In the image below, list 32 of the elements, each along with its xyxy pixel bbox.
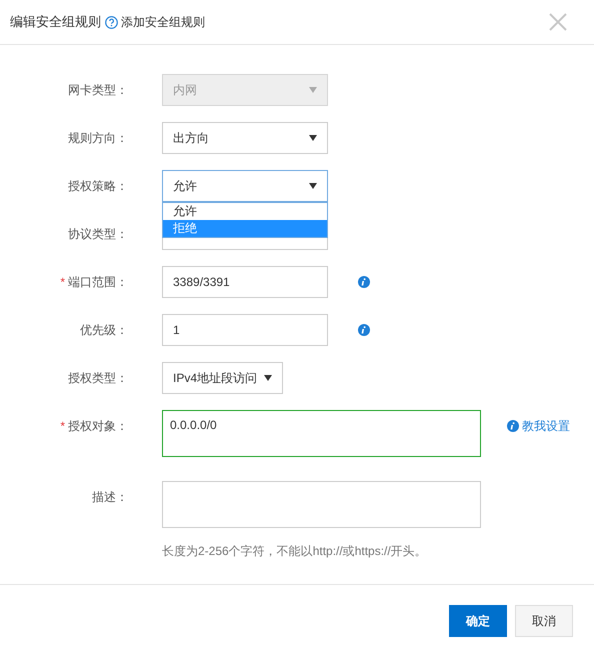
input-field[interactable]: 3389/3391 (162, 266, 328, 298)
info-icon (507, 420, 519, 432)
caret-icon (264, 375, 272, 381)
field-label: 网卡类型： (68, 82, 128, 99)
dialog-title: 编辑安全组规则 (10, 13, 101, 32)
text-area[interactable]: 0.0.0.0/0 (162, 410, 481, 457)
field-label: 授权类型： (68, 370, 128, 387)
caret-icon (309, 87, 317, 93)
field-label: 描述： (92, 489, 128, 506)
dropdown-option[interactable]: 允许 (163, 203, 327, 220)
close-icon[interactable] (549, 13, 567, 31)
field-label: 端口范围： (68, 274, 128, 291)
cancel-button[interactable]: 取消 (515, 604, 573, 636)
field-label: 协议类型： (68, 226, 128, 243)
caret-icon (309, 183, 317, 189)
help-icon (105, 16, 118, 28)
hint-text: 长度为2-256个字符，不能以http://或https://开头。 (162, 543, 428, 560)
field-label: 规则方向： (68, 130, 128, 147)
help-link[interactable]: 教我设置 (522, 417, 570, 435)
field-label: 优先级： (80, 322, 128, 339)
help-link[interactable]: 添加安全组规则 (121, 13, 205, 31)
field-label: 授权对象： (68, 418, 128, 435)
input-field[interactable]: 1 (162, 314, 328, 346)
select-field[interactable]: IPv4地址段访问 (162, 362, 283, 394)
text-area[interactable] (162, 481, 481, 528)
confirm-button[interactable]: 确定 (449, 604, 507, 636)
required-mark: * (60, 274, 65, 291)
required-mark: * (60, 418, 65, 435)
field-label: 授权策略： (68, 178, 128, 195)
select-field[interactable]: 出方向 (162, 122, 328, 154)
caret-icon (309, 135, 317, 141)
select-field[interactable]: 允许 (162, 170, 328, 202)
